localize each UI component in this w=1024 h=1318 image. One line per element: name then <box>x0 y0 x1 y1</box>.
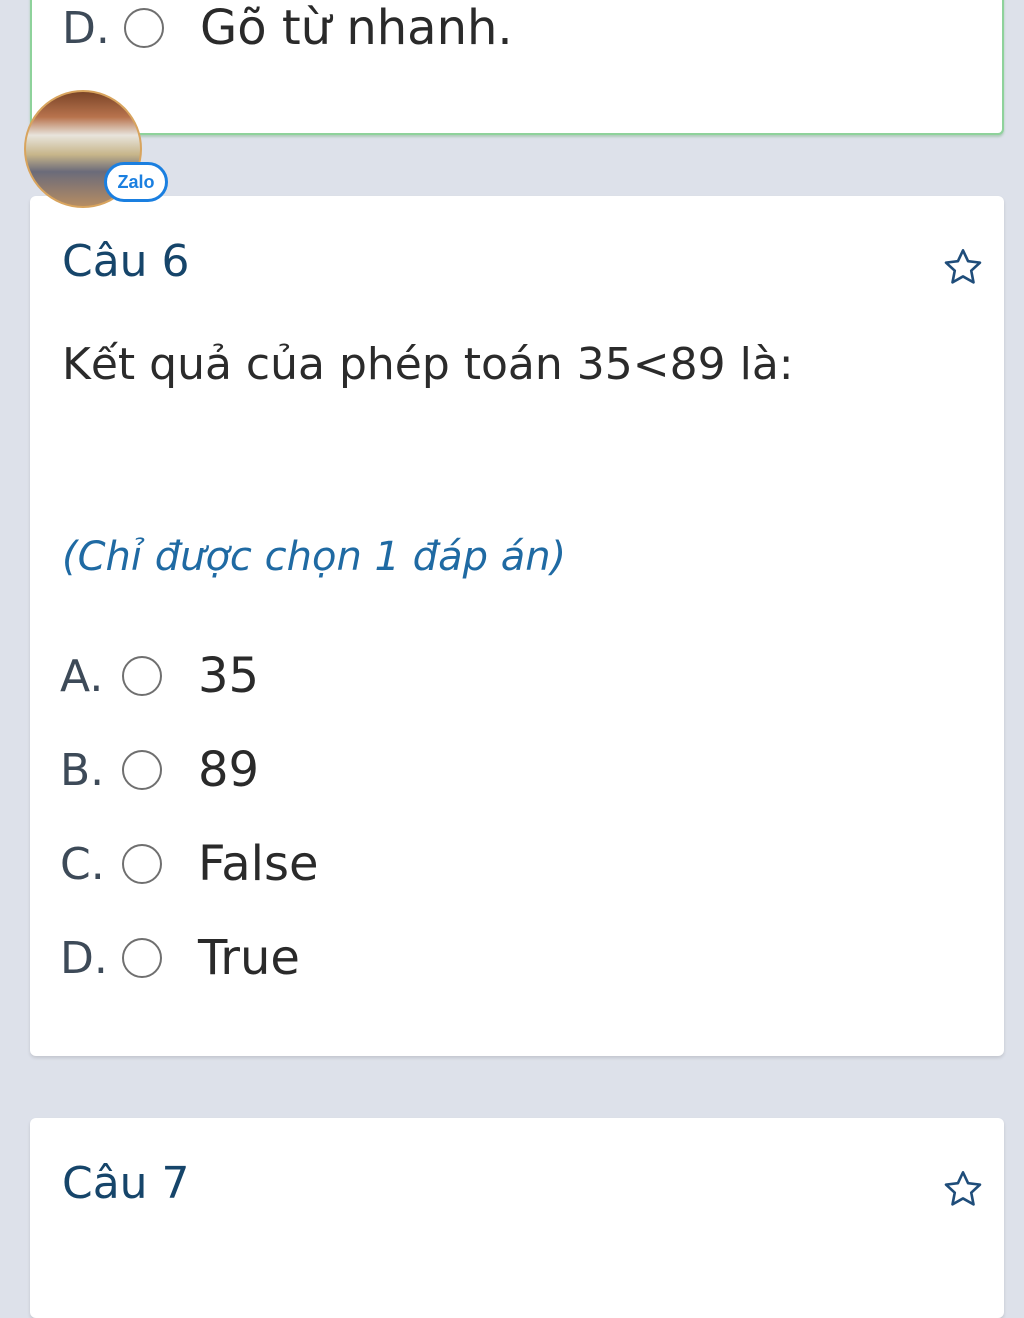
question-text: Kết quả của phép toán 35<89 là: <box>62 339 794 390</box>
question-card-6: Câu 6 Kết quả của phép toán 35<89 là: (C… <box>30 196 1004 1056</box>
zalo-badge: Zalo <box>104 162 168 202</box>
radio-button[interactable] <box>122 938 162 978</box>
option-text: 89 <box>198 742 260 798</box>
option-a[interactable]: A. 35 <box>60 646 259 706</box>
option-text: 35 <box>198 648 260 704</box>
radio-button[interactable] <box>122 844 162 884</box>
question-title: Câu 6 <box>62 236 190 287</box>
option-c[interactable]: C. False <box>60 834 319 894</box>
radio-button[interactable] <box>122 656 162 696</box>
question-hint: (Chỉ được chọn 1 đáp án) <box>62 534 567 580</box>
question-card-7: Câu 7 <box>30 1118 1004 1318</box>
option-d[interactable]: D. True <box>60 928 300 988</box>
option-letter: C. <box>60 838 105 890</box>
zalo-chat-widget[interactable]: Zalo <box>24 88 168 212</box>
option-text: Gõ từ nhanh. <box>200 0 513 56</box>
radio-button[interactable] <box>122 750 162 790</box>
star-icon[interactable] <box>942 1168 984 1210</box>
radio-button[interactable] <box>124 8 164 48</box>
question-title: Câu 7 <box>62 1158 190 1209</box>
question-card-previous: D. Gõ từ nhanh. <box>30 0 1004 135</box>
option-text: True <box>198 930 300 986</box>
star-icon[interactable] <box>942 246 984 288</box>
option-d[interactable]: D. Gõ từ nhanh. <box>62 0 513 58</box>
option-text: False <box>198 836 319 892</box>
option-b[interactable]: B. 89 <box>60 740 259 800</box>
option-letter: A. <box>60 650 104 702</box>
option-letter: D. <box>60 932 108 984</box>
option-letter: B. <box>60 744 105 796</box>
option-letter: D. <box>62 2 110 54</box>
